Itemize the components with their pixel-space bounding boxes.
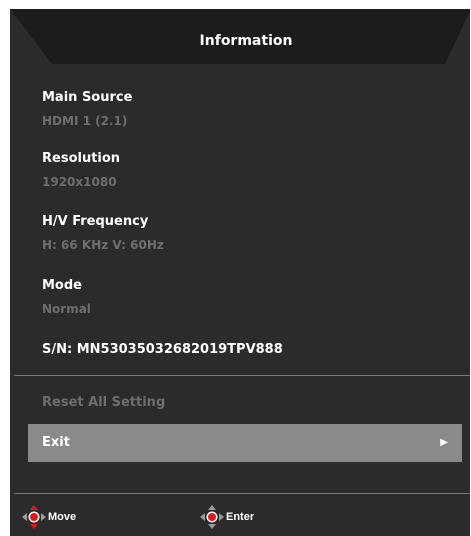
- four-way-navigation-icon: [22, 505, 46, 529]
- resolution-value: 1920x1080: [42, 175, 117, 189]
- reset-all-setting-label: Reset All Setting: [42, 395, 166, 410]
- info-mode: Mode Normal: [42, 277, 91, 318]
- serial-number: S/N: MN53035032682019TPV888: [42, 342, 283, 357]
- info-resolution: Resolution 1920x1080: [42, 150, 120, 191]
- info-frequency: H/V Frequency H: 66 KHz V: 60Hz: [42, 213, 164, 254]
- mode-label: Mode: [42, 278, 82, 293]
- divider-top: [14, 375, 470, 376]
- exit-label: Exit: [42, 435, 70, 450]
- menu-item-exit[interactable]: Exit ▶: [28, 424, 462, 462]
- info-main-source: Main Source HDMI 1 (2.1): [42, 89, 132, 130]
- osd-panel: Information Main Source HDMI 1 (2.1) Res…: [10, 9, 470, 536]
- page-title: Information: [199, 33, 293, 49]
- four-way-enter-icon: [200, 505, 224, 529]
- osd-header: Information: [10, 9, 470, 64]
- enter-label: Enter: [226, 511, 255, 523]
- info-serial: S/N: MN53035032682019TPV888: [42, 341, 283, 359]
- footer-move: Move: [22, 505, 76, 529]
- divider-bottom: [14, 493, 470, 494]
- frequency-label: H/V Frequency: [42, 214, 149, 229]
- mode-value: Normal: [42, 302, 91, 316]
- main-source-label: Main Source: [42, 90, 133, 105]
- chevron-right-icon: ▶: [440, 437, 448, 448]
- resolution-label: Resolution: [42, 151, 121, 166]
- frequency-value: H: 66 KHz V: 60Hz: [42, 238, 164, 252]
- move-label: Move: [48, 511, 77, 523]
- menu-item-reset-all-setting[interactable]: Reset All Setting: [28, 384, 462, 422]
- footer-enter: Enter: [200, 505, 254, 529]
- main-source-value: HDMI 1 (2.1): [42, 114, 128, 128]
